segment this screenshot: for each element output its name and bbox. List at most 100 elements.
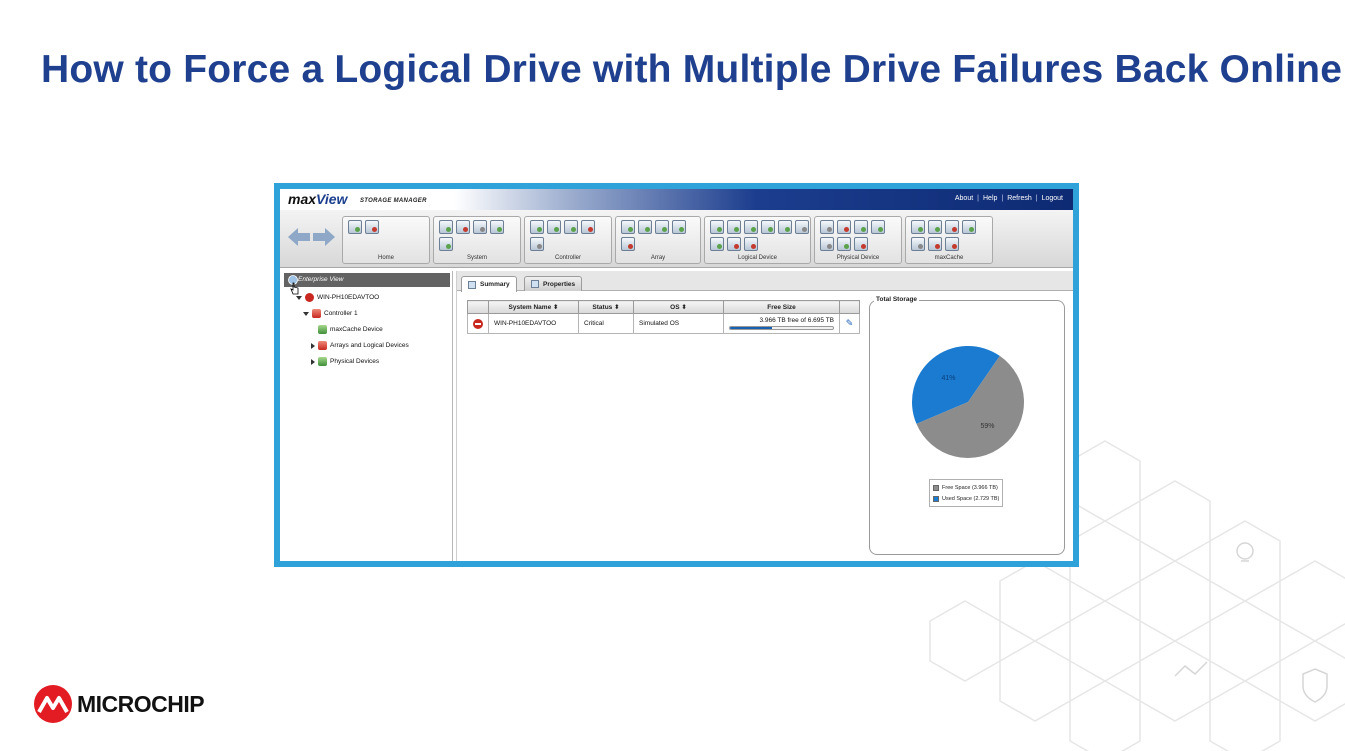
system-remove-icon[interactable] <box>456 220 470 234</box>
logical-force-online-icon[interactable] <box>744 237 758 251</box>
system-log-icon[interactable] <box>490 220 504 234</box>
tree-node-label: WIN-PH10EDAVTOO <box>317 294 380 301</box>
array-modify-icon[interactable] <box>638 220 652 234</box>
controller-update-icon[interactable] <box>564 220 578 234</box>
controller-settings-icon[interactable] <box>547 220 561 234</box>
os-cell: Simulated OS <box>633 313 724 334</box>
critical-status-icon <box>305 293 314 302</box>
maxcache-create-icon[interactable] <box>911 220 925 234</box>
free-size-text: 3.966 TB free of 6.695 TB <box>759 317 834 324</box>
back-arrow-icon[interactable] <box>288 228 310 246</box>
logical-cache-icon[interactable] <box>710 237 724 251</box>
collapse-arrow-icon[interactable] <box>311 342 315 349</box>
help-link[interactable]: Help <box>983 195 997 202</box>
wrench-icon[interactable] <box>820 237 834 251</box>
logical-expand-icon[interactable] <box>727 220 741 234</box>
table-row[interactable]: WIN-PH10EDAVTOO Critical Simulated OS 3.… <box>467 313 860 334</box>
sort-icon[interactable]: ⬍ <box>553 304 558 311</box>
status-cell <box>467 313 489 334</box>
physical-fail-icon[interactable] <box>837 220 851 234</box>
storage-pie-chart: 41% 59% <box>912 346 1024 458</box>
gear-icon[interactable] <box>473 220 487 234</box>
toolbar-group-logical-device: Logical Device <box>704 216 811 264</box>
toolbar-icons <box>710 220 810 251</box>
maxcache-stop-icon[interactable] <box>945 237 959 251</box>
add-system-icon[interactable] <box>348 220 362 234</box>
tab-label: Summary <box>480 281 510 288</box>
header-label: OS <box>670 304 680 311</box>
tree-node-controller[interactable]: Controller 1 <box>303 309 358 318</box>
usage-progress-fill <box>730 327 773 329</box>
array-image-icon[interactable] <box>672 220 686 234</box>
maxcache-enable-icon[interactable] <box>962 220 976 234</box>
sort-icon[interactable]: ⬍ <box>614 304 619 311</box>
tree-node-system[interactable]: WIN-PH10EDAVTOO <box>296 293 379 302</box>
pie-legend: Free Space (3.966 TB) Used Space (2.729 … <box>929 479 1004 507</box>
expand-arrow-icon[interactable] <box>296 295 302 300</box>
status-icon-header <box>467 300 489 314</box>
logical-search-icon[interactable] <box>795 220 809 234</box>
column-header-status[interactable]: Status ⬍ <box>578 300 634 314</box>
system-icon[interactable] <box>439 220 453 234</box>
maxcache-disable-icon[interactable] <box>945 220 959 234</box>
lock-icon[interactable] <box>530 237 544 251</box>
physical-init-icon[interactable] <box>871 220 885 234</box>
logical-clear-icon[interactable] <box>778 220 792 234</box>
tree-node-arrays[interactable]: Arrays and Logical Devices <box>311 341 409 350</box>
refresh-link[interactable]: Refresh <box>1007 195 1032 202</box>
system-settings-icon[interactable] <box>439 237 453 251</box>
forward-arrow-icon[interactable] <box>313 228 335 246</box>
tree-header-enterprise-view[interactable]: Enterprise View <box>284 273 450 287</box>
array-delete-icon[interactable] <box>621 237 635 251</box>
toolbar-group-maxcache: maxCache <box>905 216 993 264</box>
maxcache-settings-icon[interactable] <box>928 220 942 234</box>
array-spare-icon[interactable] <box>655 220 669 234</box>
tabs-bar: Summary Properties <box>457 271 1073 292</box>
logical-create-icon[interactable] <box>710 220 724 234</box>
array-create-icon[interactable] <box>621 220 635 234</box>
controller-icon[interactable] <box>530 220 544 234</box>
tree-node-maxcache[interactable]: maxCache Device <box>318 325 383 334</box>
physical-locate-icon[interactable] <box>820 220 834 234</box>
toolbar-group-controller: Controller <box>524 216 612 264</box>
physical-spare-icon[interactable] <box>854 220 868 234</box>
maxcache-device-icon <box>318 325 327 334</box>
logical-settings-icon[interactable] <box>744 220 758 234</box>
pin-icon[interactable]: ✎ <box>845 318 854 329</box>
legend-swatch <box>933 495 939 502</box>
maxcache-delete-icon[interactable] <box>928 237 942 251</box>
maxview-app: maxView STORAGE MANAGER About | Help | R… <box>280 189 1073 561</box>
sort-icon[interactable]: ⬍ <box>681 304 686 311</box>
logout-link[interactable]: Logout <box>1042 195 1063 202</box>
maxcache-search-icon[interactable] <box>911 237 925 251</box>
tab-summary[interactable]: Summary <box>461 276 517 292</box>
physical-erase-icon[interactable] <box>837 237 851 251</box>
table-header-row: System Name ⬍ Status ⬍ OS ⬍ Free Size <box>467 300 860 314</box>
header-label: System Name <box>508 304 552 311</box>
header-label: Status <box>592 304 613 311</box>
action-header <box>839 300 860 314</box>
tab-label: Properties <box>543 280 576 288</box>
tab-properties[interactable]: Properties <box>524 276 583 291</box>
legend-label: Used Space (2.729 TB) <box>942 495 1000 502</box>
about-link[interactable]: About <box>955 195 973 202</box>
physical-remove-icon[interactable] <box>854 237 868 251</box>
tree-node-physical-devices[interactable]: Physical Devices <box>311 357 379 366</box>
controller-disable-icon[interactable] <box>581 220 595 234</box>
toolbar-group-label: System <box>466 255 487 261</box>
pie-slice-label: 41% <box>942 375 956 382</box>
remove-system-icon[interactable] <box>365 220 379 234</box>
microchip-logo: MICROCHIP <box>33 684 205 724</box>
pin-cell: ✎ <box>839 313 860 334</box>
expand-arrow-icon[interactable] <box>303 311 309 316</box>
properties-icon <box>531 280 539 288</box>
toolbar-icons <box>820 220 900 251</box>
logical-delete-icon[interactable] <box>727 237 741 251</box>
column-header-system-name[interactable]: System Name ⬍ <box>488 300 579 314</box>
brand-subtitle: STORAGE MANAGER <box>360 198 427 204</box>
column-header-os[interactable]: OS ⬍ <box>633 300 724 314</box>
logical-verify-icon[interactable] <box>761 220 775 234</box>
toolbar-icons <box>911 220 991 251</box>
system-name-cell[interactable]: WIN-PH10EDAVTOO <box>488 313 579 334</box>
collapse-arrow-icon[interactable] <box>311 358 315 365</box>
